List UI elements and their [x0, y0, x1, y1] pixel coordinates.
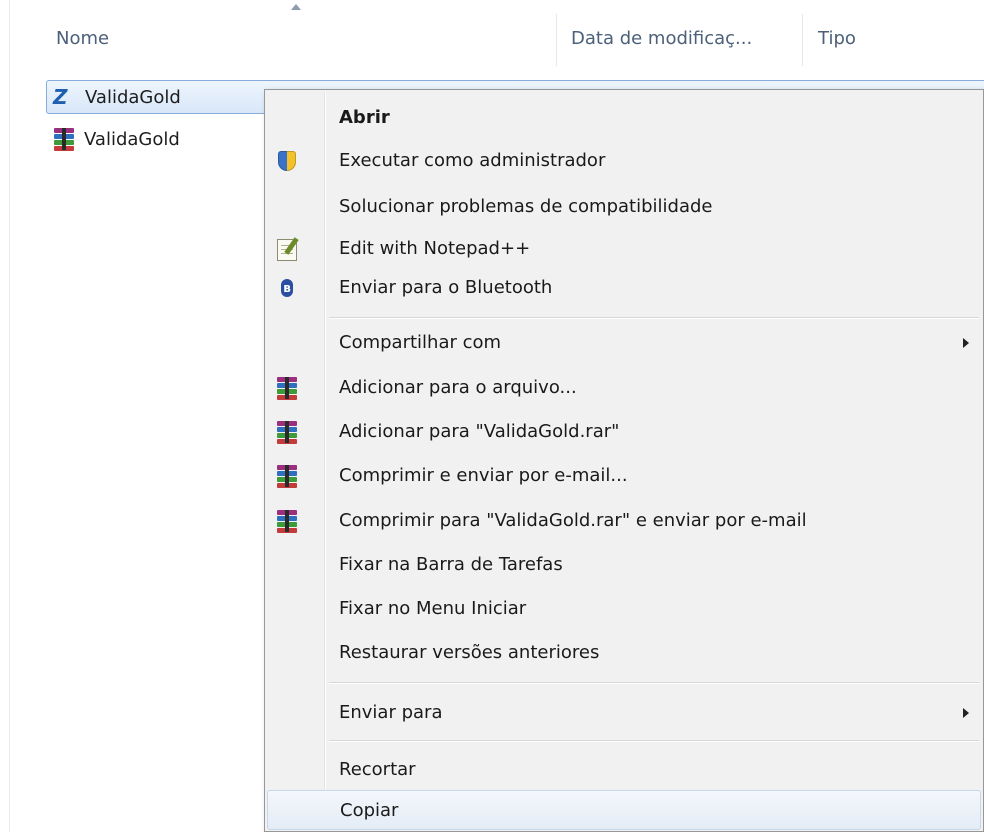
file-row[interactable]: ValidaGold	[46, 122, 246, 156]
submenu-arrow-icon	[963, 338, 969, 348]
menu-item-abrir[interactable]: Abrir	[267, 98, 981, 138]
winrar-icon	[275, 509, 299, 533]
menu-item-label: Enviar para o Bluetooth	[339, 277, 553, 298]
uac-shield-icon	[275, 149, 299, 173]
sort-ascending-icon	[291, 4, 301, 10]
menu-item-label: Recortar	[339, 759, 416, 780]
menu-item-send-bluetooth[interactable]: ʙ Enviar para o Bluetooth	[267, 268, 981, 308]
file-name: ValidaGold	[84, 128, 180, 150]
menu-item-run-as-admin[interactable]: Executar como administrador	[267, 141, 981, 181]
menu-item-pin-start[interactable]: Fixar no Menu Iniciar	[267, 589, 981, 629]
menu-item-label: Fixar na Barra de Tarefas	[339, 554, 563, 575]
menu-separator	[329, 682, 979, 684]
menu-item-label: Solucionar problemas de compatibilidade	[339, 196, 713, 217]
menu-item-label: Enviar para	[339, 702, 443, 723]
menu-separator	[329, 740, 979, 742]
column-header-type[interactable]: Tipo	[818, 28, 856, 49]
menu-item-label: Fixar no Menu Iniciar	[339, 598, 527, 619]
menu-item-label: Executar como administrador	[339, 150, 606, 171]
column-divider[interactable]	[802, 14, 803, 66]
menu-item-troubleshoot-compat[interactable]: Solucionar problemas de compatibilidade	[267, 187, 981, 227]
zend-app-icon: Z	[53, 85, 68, 109]
column-header-date[interactable]: Data de modificaç...	[571, 28, 752, 49]
menu-item-compress-rar-email[interactable]: Comprimir para "ValidaGold.rar" e enviar…	[267, 501, 981, 541]
menu-item-label: Adicionar para "ValidaGold.rar"	[339, 421, 620, 442]
menu-item-pin-taskbar[interactable]: Fixar na Barra de Tarefas	[267, 545, 981, 585]
winrar-archive-icon	[52, 127, 76, 151]
list-header: Nome Data de modificaç... Tipo	[0, 0, 984, 78]
menu-item-label: Edit with Notepad++	[339, 238, 531, 259]
menu-item-restore-versions[interactable]: Restaurar versões anteriores	[267, 633, 981, 673]
menu-item-label: Comprimir e enviar por e-mail...	[339, 465, 628, 486]
menu-item-share-with[interactable]: Compartilhar com	[267, 323, 981, 363]
menu-separator	[329, 317, 979, 319]
menu-item-copy[interactable]: Copiar	[267, 790, 981, 830]
context-menu: Abrir Executar como administrador Soluci…	[264, 89, 984, 832]
menu-item-edit-notepadpp[interactable]: Edit with Notepad++	[267, 229, 981, 269]
column-divider[interactable]	[556, 14, 557, 66]
menu-item-label: Adicionar para o arquivo...	[339, 377, 577, 398]
menu-item-add-to-rar[interactable]: Adicionar para "ValidaGold.rar"	[267, 412, 981, 452]
column-header-name[interactable]: Nome	[56, 28, 109, 49]
menu-item-label: Compartilhar com	[339, 332, 502, 353]
menu-item-label: Comprimir para "ValidaGold.rar" e enviar…	[339, 510, 807, 531]
bluetooth-icon: ʙ	[275, 276, 299, 300]
menu-item-send-to[interactable]: Enviar para	[267, 693, 981, 733]
file-name: ValidaGold	[85, 86, 181, 108]
pane-border	[9, 0, 10, 832]
winrar-icon	[275, 376, 299, 400]
notepad-plus-plus-icon	[275, 237, 299, 261]
winrar-icon	[275, 464, 299, 488]
menu-item-label: Abrir	[339, 107, 390, 128]
menu-item-compress-email[interactable]: Comprimir e enviar por e-mail...	[267, 456, 981, 496]
submenu-arrow-icon	[963, 708, 969, 718]
menu-item-add-to-archive[interactable]: Adicionar para o arquivo...	[267, 368, 981, 408]
menu-item-label: Restaurar versões anteriores	[339, 642, 600, 663]
menu-item-label: Copiar	[340, 800, 399, 821]
menu-item-cut[interactable]: Recortar	[267, 750, 981, 790]
winrar-icon	[275, 420, 299, 444]
